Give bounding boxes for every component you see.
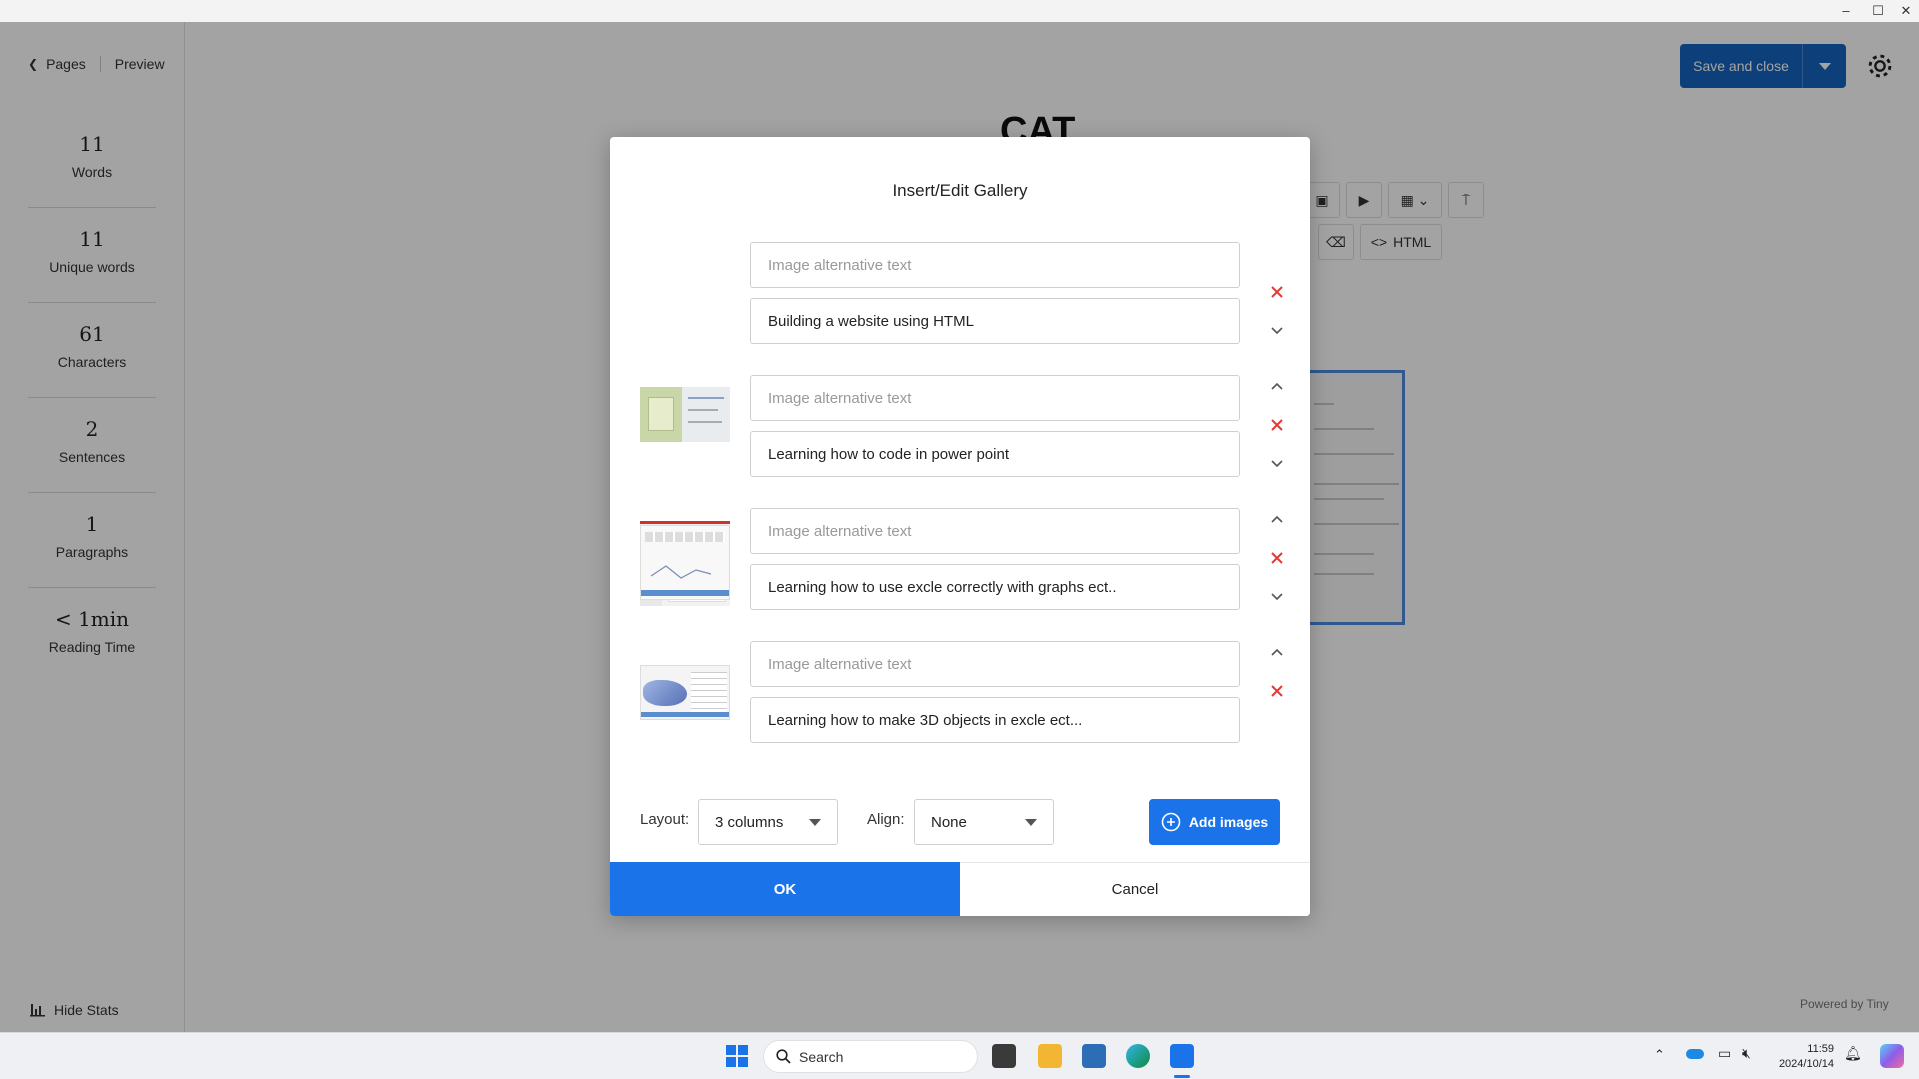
notification-bell-icon[interactable]: 🔔︎ xyxy=(1844,1045,1862,1062)
chevron-down-icon[interactable] xyxy=(1266,320,1288,342)
image-thumbnail xyxy=(640,665,730,720)
volume-muted-icon[interactable]: 🔇︎ xyxy=(1742,1045,1751,1062)
image-caption-input[interactable] xyxy=(750,564,1240,610)
image-thumbnail xyxy=(640,525,730,600)
task-view-icon[interactable] xyxy=(992,1044,1016,1068)
caret-down-icon xyxy=(1025,818,1037,826)
image-alt-text-input[interactable] xyxy=(750,375,1240,421)
chevron-up-icon[interactable] xyxy=(1266,375,1288,397)
clock-date: 2024/10/14 xyxy=(1778,1058,1834,1070)
clock-time: 11:59 xyxy=(1807,1043,1834,1055)
add-images-button[interactable]: Add images xyxy=(1149,799,1280,845)
insert-edit-gallery-dialog: Insert/Edit Gallery Layout: xyxy=(610,137,1310,916)
taskbar: Search ⌃ ▭ 🔇︎ 11:59 2024/10/14 🔔︎ xyxy=(0,1032,1919,1079)
image-alt-text-input[interactable] xyxy=(750,242,1240,288)
image-thumbnail xyxy=(640,387,730,442)
align-select[interactable]: None xyxy=(914,799,1054,845)
layout-select[interactable]: 3 columns xyxy=(698,799,838,845)
image-caption-input[interactable] xyxy=(750,697,1240,743)
ok-button[interactable]: OK xyxy=(610,862,960,916)
minimize-icon[interactable]: – xyxy=(1836,2,1856,20)
image-alt-text-input[interactable] xyxy=(750,641,1240,687)
remove-image-icon[interactable] xyxy=(1266,414,1288,436)
align-label: Align: xyxy=(867,811,905,828)
remove-image-icon[interactable] xyxy=(1266,680,1288,702)
chevron-up-icon[interactable] xyxy=(1266,508,1288,530)
store-icon[interactable] xyxy=(1082,1044,1106,1068)
image-caption-input[interactable] xyxy=(750,298,1240,344)
remove-image-icon[interactable] xyxy=(1266,281,1288,303)
layout-value: 3 columns xyxy=(715,813,784,831)
file-explorer-icon[interactable] xyxy=(1038,1044,1062,1068)
align-value: None xyxy=(931,813,967,831)
image-alt-text-input[interactable] xyxy=(750,508,1240,554)
dialog-title: Insert/Edit Gallery xyxy=(892,181,1028,200)
search-label: Search xyxy=(799,1048,844,1065)
close-window-icon[interactable]: ✕ xyxy=(1896,2,1916,20)
layout-label: Layout: xyxy=(640,811,690,828)
chevron-down-icon[interactable] xyxy=(1266,586,1288,608)
active-app-indicator xyxy=(1174,1075,1190,1078)
taskbar-clock[interactable]: 11:59 2024/10/14 xyxy=(1774,1042,1834,1072)
caret-down-icon xyxy=(809,818,821,826)
windows-start-icon[interactable] xyxy=(726,1045,748,1067)
remove-image-icon[interactable] xyxy=(1266,547,1288,569)
add-images-label: Add images xyxy=(1188,814,1269,830)
network-icon[interactable]: ▭ xyxy=(1718,1045,1731,1062)
cancel-button[interactable]: Cancel xyxy=(960,862,1310,916)
onedrive-icon[interactable] xyxy=(1686,1049,1704,1059)
edge-browser-icon[interactable] xyxy=(1126,1044,1150,1068)
window-titlebar: – ☐ ✕ xyxy=(0,0,1919,22)
search-icon xyxy=(776,1049,791,1064)
copilot-icon[interactable] xyxy=(1880,1044,1904,1068)
plus-circle-icon xyxy=(1161,812,1181,832)
image-caption-input[interactable] xyxy=(750,431,1240,477)
taskbar-search[interactable]: Search xyxy=(763,1040,978,1073)
app-icon[interactable] xyxy=(1170,1044,1194,1068)
chevron-down-icon[interactable] xyxy=(1266,453,1288,475)
maximize-icon[interactable]: ☐ xyxy=(1868,2,1888,20)
chevron-up-icon[interactable]: ⌃ xyxy=(1654,1047,1665,1063)
chevron-up-icon[interactable] xyxy=(1266,641,1288,663)
